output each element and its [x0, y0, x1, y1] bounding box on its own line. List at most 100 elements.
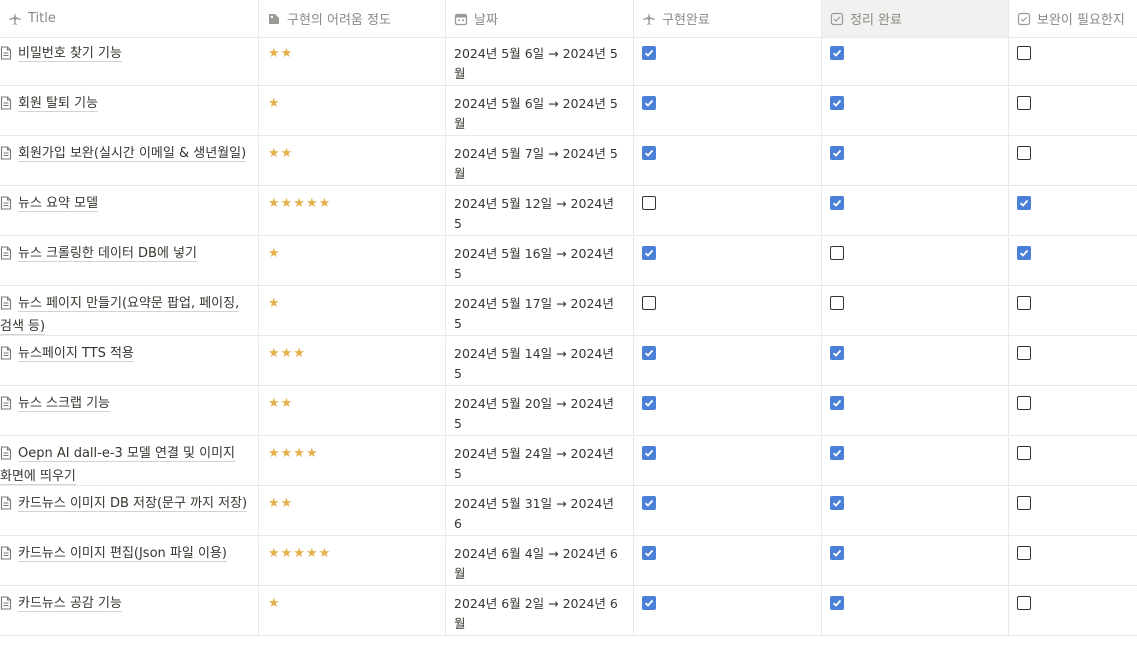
organized-checkbox[interactable] [830, 596, 844, 610]
implemented-checkbox[interactable] [642, 196, 656, 210]
difficulty-cell[interactable]: ★★★★ [259, 437, 446, 486]
organized-checkbox[interactable] [830, 346, 844, 360]
difficulty-cell[interactable]: ★★★★★ [259, 187, 446, 236]
implemented-checkbox[interactable] [642, 296, 656, 310]
implemented-cell[interactable] [634, 137, 822, 186]
title-cell[interactable]: 회원 탈퇴 기능 [0, 87, 259, 136]
needs-improvement-cell[interactable] [1009, 87, 1137, 136]
organized-checkbox[interactable] [830, 196, 844, 210]
organized-cell[interactable] [822, 87, 1009, 136]
date-cell[interactable]: 2024년 5월 17일 → 2024년 5월 19일 [446, 287, 634, 336]
needs-improvement-cell[interactable] [1009, 287, 1137, 336]
difficulty-cell[interactable]: ★★★ [259, 337, 446, 386]
organized-checkbox[interactable] [830, 46, 844, 60]
needs-improvement-cell[interactable] [1009, 387, 1137, 436]
difficulty-cell[interactable]: ★★ [259, 487, 446, 536]
date-cell[interactable]: 2024년 5월 7일 → 2024년 5월8일 [446, 137, 634, 186]
title-cell[interactable]: 뉴스 스크랩 기능 [0, 387, 259, 436]
difficulty-cell[interactable]: ★★ [259, 37, 446, 86]
header-organized[interactable]: 정리 완료 [822, 0, 1009, 37]
needs-improvement-cell[interactable] [1009, 137, 1137, 186]
title-cell[interactable]: Oepn AI dall-e-3 모델 연결 및 이미지 화면에 띄우기 [0, 437, 259, 486]
needs-improvement-cell[interactable] [1009, 537, 1137, 586]
table-row[interactable]: Oepn AI dall-e-3 모델 연결 및 이미지 화면에 띄우기 ★★★… [0, 437, 1137, 486]
title-cell[interactable]: 카드뉴스 이미지 DB 저장(문구 까지 저장) [0, 487, 259, 536]
page-title[interactable]: 회원가입 보완(실시간 이메일 & 생년월일) [0, 144, 248, 167]
organized-checkbox[interactable] [830, 146, 844, 160]
table-row[interactable]: 뉴스 페이지 만들기(요약문 팝업, 페이징, 검색 등) ★ 2024년 5월… [0, 287, 1137, 336]
date-cell[interactable]: 2024년 6월 4일 → 2024년 6월6일 [446, 537, 634, 586]
header-date[interactable]: 날짜 [446, 0, 634, 37]
date-cell[interactable]: 2024년 5월 12일 → 2024년 5월 22일 [446, 187, 634, 236]
title-cell[interactable]: 뉴스 크롤링한 데이터 DB에 넣기 [0, 237, 259, 286]
needs-improvement-checkbox[interactable] [1017, 196, 1031, 210]
difficulty-cell[interactable]: ★★★★★ [259, 537, 446, 586]
needs-improvement-cell[interactable] [1009, 437, 1137, 486]
organized-cell[interactable] [822, 537, 1009, 586]
needs-improvement-checkbox[interactable] [1017, 246, 1031, 260]
table-row[interactable]: 비밀번호 찾기 기능 ★★ 2024년 5월 6일 → 2024년 5월6일 [0, 37, 1137, 86]
date-cell[interactable]: 2024년 6월 2일 → 2024년 6월2일 [446, 587, 634, 636]
needs-improvement-checkbox[interactable] [1017, 96, 1031, 110]
organized-cell[interactable] [822, 587, 1009, 636]
implemented-checkbox[interactable] [642, 246, 656, 260]
page-title[interactable]: 뉴스 크롤링한 데이터 DB에 넣기 [0, 244, 248, 267]
organized-cell[interactable] [822, 137, 1009, 186]
implemented-checkbox[interactable] [642, 96, 656, 110]
page-title[interactable]: 뉴스 요약 모델 [0, 194, 248, 217]
needs-improvement-checkbox[interactable] [1017, 146, 1031, 160]
table-row[interactable]: 회원 탈퇴 기능 ★ 2024년 5월 6일 → 2024년 5월6일 [0, 87, 1137, 136]
implemented-cell[interactable] [634, 437, 822, 486]
difficulty-cell[interactable]: ★ [259, 237, 446, 286]
table-row[interactable]: 뉴스페이지 TTS 적용 ★★★ 2024년 5월 14일 → 2024년 5월… [0, 337, 1137, 386]
table-row[interactable]: 카드뉴스 공감 기능 ★ 2024년 6월 2일 → 2024년 6월2일 [0, 587, 1137, 636]
needs-improvement-cell[interactable] [1009, 237, 1137, 286]
organized-cell[interactable] [822, 437, 1009, 486]
page-title[interactable]: 뉴스 스크랩 기능 [0, 394, 248, 417]
date-cell[interactable]: 2024년 5월 31일 → 2024년 6월 2일 [446, 487, 634, 536]
organized-cell[interactable] [822, 237, 1009, 286]
table-row[interactable]: 카드뉴스 이미지 DB 저장(문구 까지 저장) ★★ 2024년 5월 31일… [0, 487, 1137, 536]
implemented-cell[interactable] [634, 537, 822, 586]
implemented-cell[interactable] [634, 387, 822, 436]
implemented-checkbox[interactable] [642, 46, 656, 60]
needs-improvement-checkbox[interactable] [1017, 346, 1031, 360]
implemented-cell[interactable] [634, 37, 822, 86]
implemented-cell[interactable] [634, 237, 822, 286]
title-cell[interactable]: 비밀번호 찾기 기능 [0, 37, 259, 86]
page-title[interactable]: 회원 탈퇴 기능 [0, 94, 248, 117]
page-title[interactable]: Oepn AI dall-e-3 모델 연결 및 이미지 화면에 띄우기 [0, 444, 248, 486]
page-title[interactable]: 카드뉴스 공감 기능 [0, 594, 248, 617]
organized-checkbox[interactable] [830, 96, 844, 110]
page-title[interactable]: 카드뉴스 이미지 DB 저장(문구 까지 저장) [0, 494, 248, 517]
organized-checkbox[interactable] [830, 296, 844, 310]
implemented-checkbox[interactable] [642, 496, 656, 510]
needs-improvement-checkbox[interactable] [1017, 46, 1031, 60]
date-cell[interactable]: 2024년 5월 6일 → 2024년 5월6일 [446, 87, 634, 136]
implemented-checkbox[interactable] [642, 596, 656, 610]
needs-improvement-checkbox[interactable] [1017, 296, 1031, 310]
table-row[interactable]: 카드뉴스 이미지 편집(Json 파일 이용) ★★★★★ 2024년 6월 4… [0, 537, 1137, 586]
organized-cell[interactable] [822, 37, 1009, 86]
needs-improvement-cell[interactable] [1009, 487, 1137, 536]
organized-cell[interactable] [822, 487, 1009, 536]
title-cell[interactable]: 카드뉴스 공감 기능 [0, 587, 259, 636]
organized-checkbox[interactable] [830, 246, 844, 260]
date-cell[interactable]: 2024년 5월 20일 → 2024년 5월 20일 [446, 387, 634, 436]
needs-improvement-cell[interactable] [1009, 187, 1137, 236]
organized-cell[interactable] [822, 337, 1009, 386]
title-cell[interactable]: 뉴스 페이지 만들기(요약문 팝업, 페이징, 검색 등) [0, 287, 259, 336]
needs-improvement-checkbox[interactable] [1017, 396, 1031, 410]
organized-cell[interactable] [822, 387, 1009, 436]
implemented-checkbox[interactable] [642, 446, 656, 460]
date-cell[interactable]: 2024년 5월 24일 → 2024년 5월 24일 [446, 437, 634, 486]
page-title[interactable]: 카드뉴스 이미지 편집(Json 파일 이용) [0, 544, 248, 567]
difficulty-cell[interactable]: ★ [259, 87, 446, 136]
needs-improvement-checkbox[interactable] [1017, 546, 1031, 560]
table-row[interactable]: 뉴스 스크랩 기능 ★★ 2024년 5월 20일 → 2024년 5월 20일 [0, 387, 1137, 436]
table-row[interactable]: 뉴스 요약 모델 ★★★★★ 2024년 5월 12일 → 2024년 5월 2… [0, 187, 1137, 236]
needs-improvement-checkbox[interactable] [1017, 446, 1031, 460]
organized-checkbox[interactable] [830, 496, 844, 510]
difficulty-cell[interactable]: ★★ [259, 387, 446, 436]
title-cell[interactable]: 뉴스페이지 TTS 적용 [0, 337, 259, 386]
